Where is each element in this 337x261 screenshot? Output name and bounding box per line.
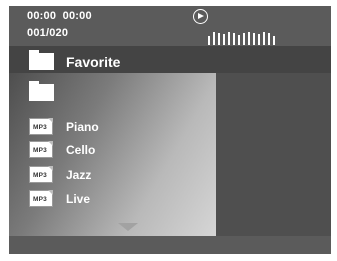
level-bar: [243, 33, 245, 45]
file-name: Jazz: [66, 168, 92, 182]
level-bar: [233, 33, 235, 45]
level-meter: [208, 31, 275, 45]
folder-icon: [29, 50, 54, 70]
level-bar: [218, 33, 220, 45]
track-counter: 001/020: [27, 27, 69, 39]
play-icon[interactable]: [193, 9, 208, 24]
level-bar: [273, 36, 275, 45]
current-folder-row[interactable]: Favorite: [9, 46, 331, 73]
status-bar: 00:00 00:00 001/020: [9, 6, 331, 46]
level-bar: [248, 32, 250, 45]
level-bar: [253, 33, 255, 45]
level-bar: [208, 36, 210, 45]
mp3-file-icon: MP3: [29, 190, 53, 207]
file-name: Live: [66, 192, 91, 206]
level-bar: [228, 32, 230, 45]
level-bar: [263, 32, 265, 45]
footer-bar: [9, 236, 331, 254]
list-item[interactable]: MP3 Jazz: [9, 165, 216, 187]
mp3-file-icon: MP3: [29, 118, 53, 135]
level-bar: [213, 32, 215, 45]
list-item[interactable]: MP3 Live: [9, 189, 216, 211]
mp3-icon-label: MP3: [33, 196, 47, 203]
mp3-icon-label: MP3: [33, 147, 47, 154]
player-screen: 00:00 00:00 001/020 Favorite MP3 Piano M…: [9, 6, 331, 254]
list-item[interactable]: MP3 Cello: [9, 140, 216, 162]
mp3-file-icon: MP3: [29, 166, 53, 183]
arrow-down-icon[interactable]: [118, 223, 138, 231]
mp3-icon-label: MP3: [33, 124, 47, 131]
list-item[interactable]: MP3 Piano: [9, 117, 216, 139]
level-bar: [223, 34, 225, 45]
file-list: MP3 Piano MP3 Cello MP3 Jazz MP3 Live: [9, 73, 216, 238]
parent-folder-icon[interactable]: [29, 81, 54, 101]
time-display: 00:00 00:00: [27, 10, 92, 22]
file-name: Piano: [66, 120, 99, 134]
folder-title: Favorite: [66, 54, 121, 70]
file-name: Cello: [66, 143, 96, 157]
browser-panel: Favorite MP3 Piano MP3 Cello MP3 Jazz MP…: [9, 46, 331, 238]
level-bar: [258, 34, 260, 45]
right-column: [216, 73, 331, 238]
mp3-icon-label: MP3: [33, 172, 47, 179]
level-bar: [268, 33, 270, 45]
mp3-file-icon: MP3: [29, 141, 53, 158]
level-bar: [238, 35, 240, 45]
